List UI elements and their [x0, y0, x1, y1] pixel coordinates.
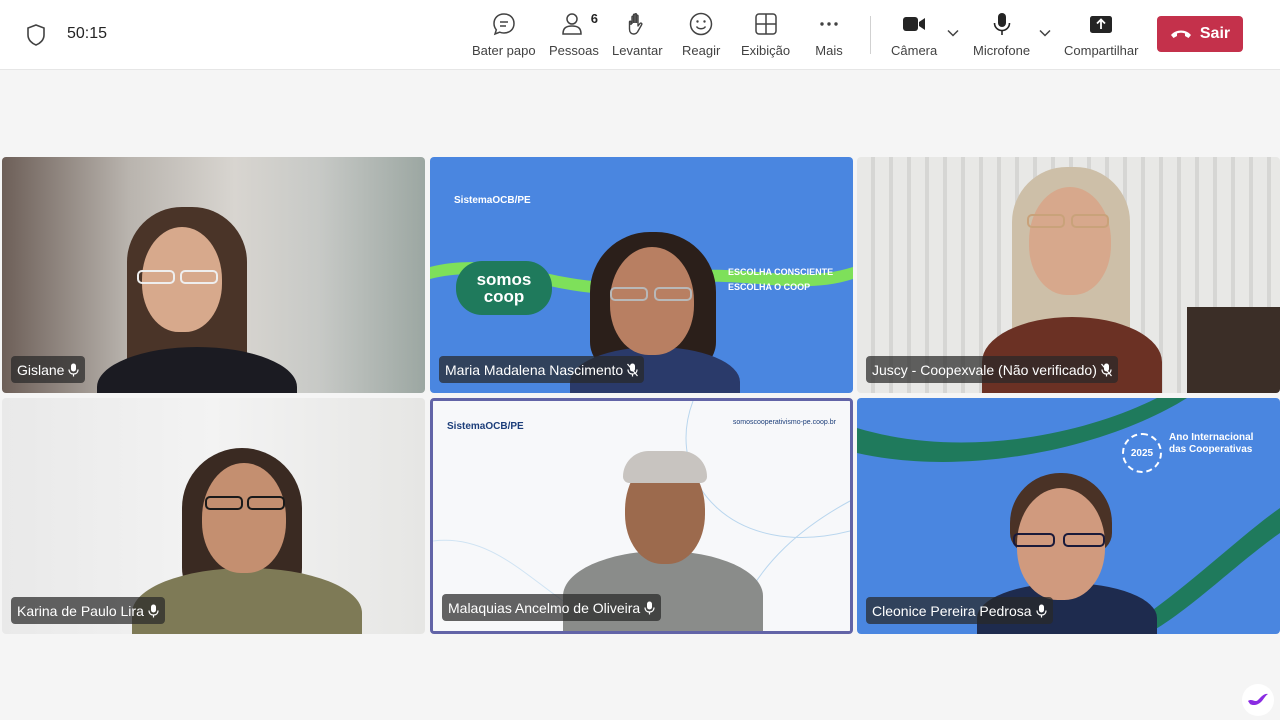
choice-line-2: ESCOLHA O COOP: [728, 282, 811, 292]
participant-face: [610, 247, 694, 355]
participant-name: Gislane: [17, 361, 65, 378]
participant-hair: [623, 451, 707, 483]
microphone-options-chevron-icon[interactable]: [1038, 26, 1052, 40]
grid-icon: [752, 10, 780, 38]
camera-options-chevron-icon[interactable]: [946, 26, 960, 40]
microphone-muted-icon: [627, 363, 639, 376]
chat-label: Bater papo: [472, 43, 536, 58]
participant-face: [202, 463, 286, 573]
more-icon: [815, 10, 843, 38]
participant-name-tag: Juscy - Coopexvale (Não verificado): [866, 356, 1118, 383]
participant-name: Karina de Paulo Lira: [17, 602, 144, 619]
glasses-right: [654, 287, 692, 301]
camera-icon: [900, 10, 928, 38]
camera-label: Câmera: [891, 43, 938, 58]
glasses-left: [1027, 214, 1065, 228]
ocb-logo: SistemaOCB/PE: [454, 195, 531, 206]
share-label: Compartilhar: [1064, 43, 1139, 58]
participant-face: [1029, 187, 1111, 295]
shield-icon[interactable]: [26, 24, 46, 46]
participant-name-tag: Karina de Paulo Lira: [11, 597, 165, 624]
camera-button[interactable]: Câmera: [891, 10, 937, 62]
leave-label: Sair: [1199, 25, 1231, 42]
somos-coop-badge: somos coop: [456, 261, 552, 315]
hang-up-icon: [1170, 30, 1191, 38]
leave-button[interactable]: Sair: [1157, 16, 1243, 52]
share-icon: [1087, 10, 1115, 38]
microphone-on-icon: [148, 604, 159, 617]
participant-name: Malaquias Ancelmo de Oliveira: [448, 599, 641, 616]
participant-tile-cleonice[interactable]: 2025 Ano Internacional das Cooperativas …: [857, 398, 1280, 634]
microphone-on-icon: [1035, 604, 1047, 617]
more-label: Mais: [815, 43, 843, 58]
participant-name-tag: Maria Madalena Nascimento: [439, 356, 645, 383]
participant-tile-juscy[interactable]: Juscy - Coopexvale (Não verificado): [857, 157, 1280, 393]
microphone-on-icon: [68, 363, 80, 376]
app-badge[interactable]: [1242, 684, 1274, 716]
react-button[interactable]: Reagir: [682, 10, 720, 62]
participant-name-tag: Cleonice Pereira Pedrosa: [866, 597, 1053, 624]
year-title: Ano Internacional das Cooperativas: [1169, 432, 1254, 455]
chat-icon: [490, 10, 518, 38]
more-button[interactable]: Mais: [815, 10, 843, 62]
glasses-left: [610, 287, 648, 301]
participant-tile-malaquias[interactable]: SistemaOCB/PE somoscooperativismo-pe.coo…: [430, 398, 853, 634]
glasses-left: [205, 496, 243, 510]
glasses-right: [1063, 533, 1105, 547]
participant-name: Maria Madalena Nascimento: [445, 361, 624, 378]
glasses-left: [137, 270, 175, 284]
people-button[interactable]: 6 Pessoas: [549, 10, 599, 62]
glasses-right: [1071, 214, 1109, 228]
glasses-left: [1013, 533, 1055, 547]
site-url: somoscooperativismo-pe.coop.br: [732, 419, 836, 426]
share-button[interactable]: Compartilhar: [1064, 10, 1138, 62]
choice-line-1: ESCOLHA CONSCIENTE: [728, 267, 834, 277]
year-emblem: 2025: [1122, 433, 1162, 473]
meeting-toolbar: 50:15 Bater papo 6 Pessoas Levantar Reag…: [0, 0, 1280, 70]
meeting-timer: 50:15: [67, 25, 108, 42]
participant-name: Cleonice Pereira Pedrosa: [872, 602, 1032, 619]
hand-icon: [623, 10, 651, 38]
microphone-button[interactable]: Microfone: [973, 10, 1030, 62]
people-count: 6: [590, 11, 598, 26]
participant-tile-gislane[interactable]: Gislane: [2, 157, 425, 393]
participant-name-tag: Gislane: [11, 356, 86, 383]
microphone-label: Microfone: [973, 43, 1031, 58]
participant-tile-maria-madalena[interactable]: SistemaOCB/PE somos coop ESCOLHA CONSCIE…: [430, 157, 853, 393]
react-label: Reagir: [682, 43, 721, 58]
people-label: Pessoas: [549, 43, 599, 58]
raise-hand-button[interactable]: Levantar: [612, 10, 663, 62]
microphone-muted-icon: [1100, 363, 1112, 376]
chat-button[interactable]: Bater papo: [472, 10, 536, 62]
participant-tile-karina[interactable]: Karina de Paulo Lira: [2, 398, 425, 634]
bird-icon: [1248, 693, 1268, 706]
shelf-object: [1187, 307, 1280, 393]
raise-hand-label: Levantar: [612, 43, 663, 58]
toolbar-divider: [870, 16, 871, 54]
glasses-right: [180, 270, 218, 284]
microphone-on-icon: [644, 601, 655, 614]
view-label: Exibição: [741, 43, 791, 58]
glasses-right: [247, 496, 285, 510]
smiley-icon: [687, 10, 715, 38]
ocb-logo: SistemaOCB/PE: [447, 421, 524, 432]
people-icon: 6: [560, 10, 598, 38]
participant-name: Juscy - Coopexvale (Não verificado): [872, 361, 1097, 378]
microphone-icon: [988, 10, 1016, 38]
participant-name-tag: Malaquias Ancelmo de Oliveira: [442, 594, 662, 621]
view-button[interactable]: Exibição: [741, 10, 790, 62]
